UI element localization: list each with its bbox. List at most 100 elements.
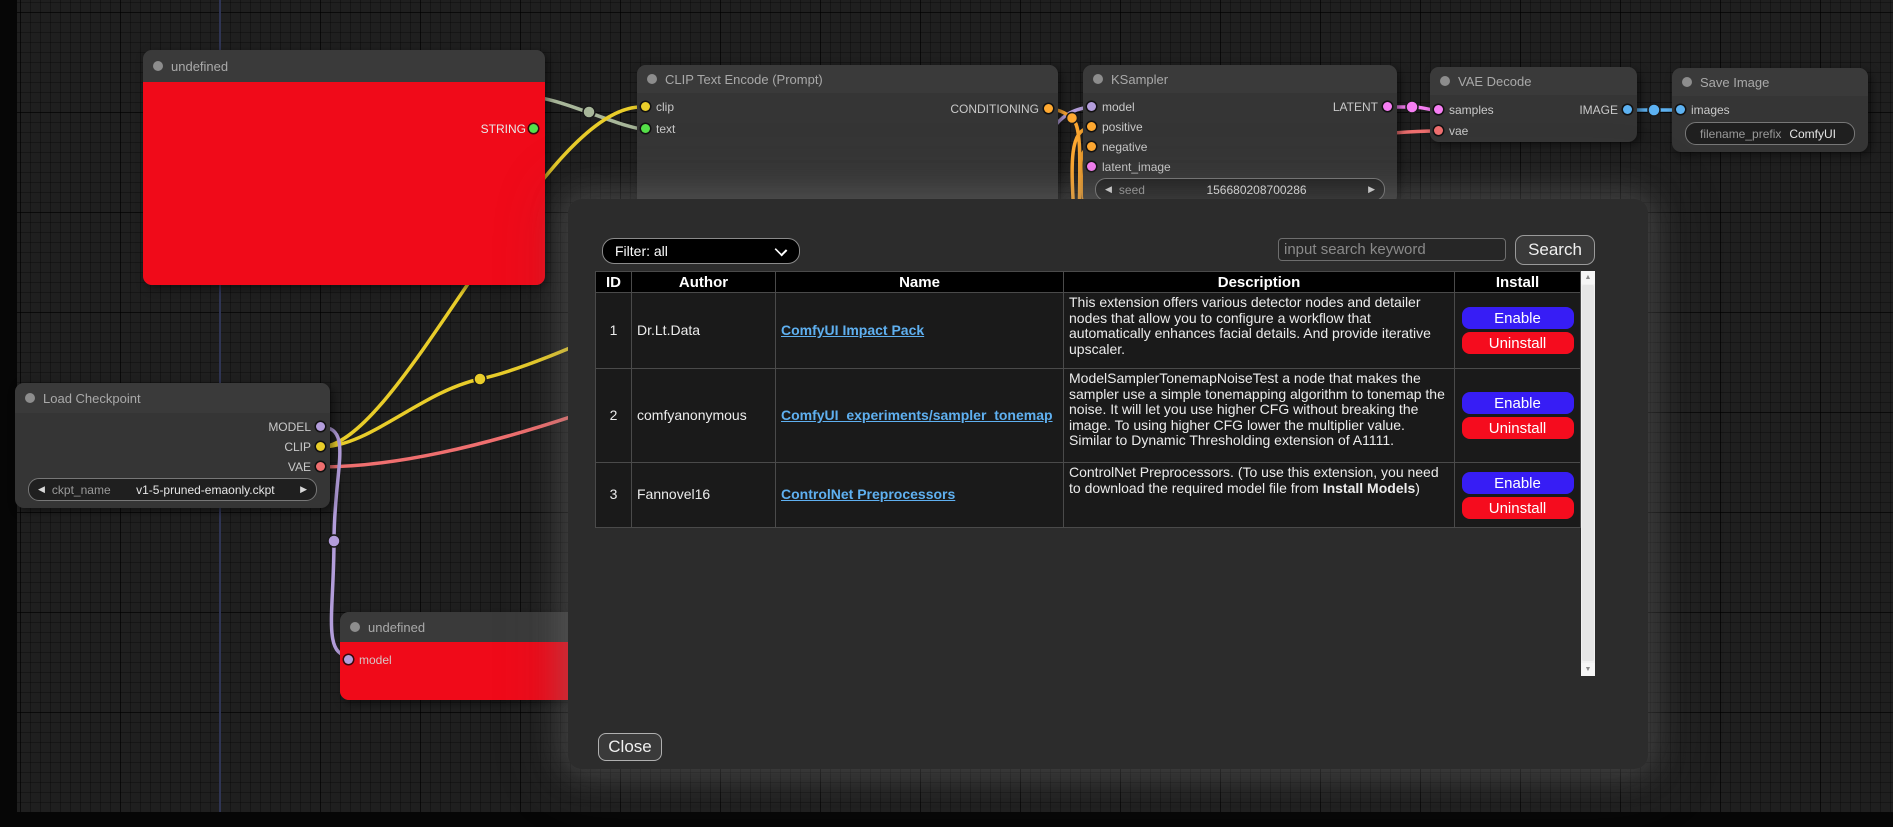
node-title: CLIP Text Encode (Prompt) — [665, 72, 823, 87]
node-save-image[interactable]: Save Image images filename_prefix ComfyU… — [1672, 68, 1868, 152]
extensions-table-body: 1Dr.Lt.Data ComfyUI Impact Pack This exten… — [596, 293, 1581, 528]
enable-button[interactable]: Enable — [1462, 392, 1574, 414]
node-title-bar[interactable]: KSampler — [1083, 65, 1397, 93]
node-title-bar[interactable]: Save Image — [1672, 68, 1868, 96]
cell-author: Dr.Lt.Data — [632, 293, 776, 369]
node-title-bar[interactable]: undefined — [143, 50, 545, 82]
input-port-negative[interactable] — [1087, 142, 1096, 151]
input-port-images[interactable] — [1676, 105, 1685, 114]
increment-arrow-icon[interactable]: ▶ — [1368, 184, 1375, 195]
output-label: LATENT — [1333, 100, 1378, 114]
node-title-bar[interactable]: Load Checkpoint — [15, 383, 330, 413]
input-label: positive — [1102, 120, 1143, 134]
node-title: undefined — [368, 620, 425, 635]
node-title: undefined — [171, 59, 228, 74]
ckpt-name-widget[interactable]: ◀ ckpt_name v1-5-pruned-emaonly.ckpt ▶ — [28, 478, 317, 501]
extension-link[interactable]: ControlNet Preprocessors — [781, 486, 955, 502]
cell-id: 3 — [596, 463, 632, 528]
uninstall-button[interactable]: Uninstall — [1462, 417, 1574, 439]
scrollbar-thumb[interactable] — [1582, 285, 1594, 661]
increment-arrow-icon[interactable]: ▶ — [300, 484, 307, 495]
cell-description: This extension offers various detector n… — [1064, 293, 1455, 369]
reroute-dot-model[interactable] — [328, 535, 340, 547]
output-port-latent[interactable] — [1383, 102, 1392, 111]
widget-value: 156680208700286 — [1206, 183, 1306, 197]
decrement-arrow-icon[interactable]: ◀ — [38, 484, 45, 495]
output-port-image[interactable] — [1623, 105, 1632, 114]
reroute-dot-string[interactable] — [583, 106, 595, 118]
output-port-vae[interactable] — [316, 462, 325, 471]
enable-button[interactable]: Enable — [1462, 472, 1574, 494]
table-header-row: ID Author Name Description Install — [596, 272, 1581, 293]
uninstall-button[interactable]: Uninstall — [1462, 497, 1574, 519]
reroute-dot-image[interactable] — [1648, 104, 1660, 116]
extension-link[interactable]: ComfyUI_experiments/sampler_tonemap — [781, 407, 1053, 423]
extensions-table: ID Author Name Description Install 1Dr.L… — [595, 271, 1581, 528]
input-port-vae[interactable] — [1434, 126, 1443, 135]
reroute-dot-conditioning[interactable] — [1067, 113, 1078, 124]
output-label: CONDITIONING — [950, 102, 1039, 116]
node-title-bar[interactable]: VAE Decode — [1430, 67, 1637, 95]
filter-select[interactable]: Filter: all — [602, 238, 800, 264]
close-button[interactable]: Close — [598, 733, 662, 761]
cell-id: 1 — [596, 293, 632, 369]
seed-widget[interactable]: ◀ seed 156680208700286 ▶ — [1095, 178, 1385, 201]
node-undefined-top[interactable]: undefined STRING — [143, 50, 545, 285]
header-install: Install — [1455, 272, 1581, 293]
widget-label: ckpt_name — [52, 483, 111, 497]
reroute-dot-clip[interactable] — [474, 373, 486, 385]
extension-link[interactable]: ComfyUI Impact Pack — [781, 322, 924, 338]
widget-value: v1-5-pruned-emaonly.ckpt — [136, 483, 275, 497]
node-body: samples vae IMAGE — [1430, 95, 1637, 142]
description-text: ModelSamplerTonemapNoiseTest a node that… — [1069, 370, 1445, 448]
node-body: model positive negative latent_image LAT… — [1083, 93, 1397, 205]
node-body: STRING — [143, 82, 545, 285]
node-status-icon — [153, 61, 163, 71]
node-body: images filename_prefix ComfyUI — [1672, 96, 1868, 152]
input-label: text — [656, 122, 675, 136]
uninstall-button[interactable]: Uninstall — [1462, 332, 1574, 354]
cell-name: ControlNet Preprocessors — [776, 463, 1064, 528]
cell-description: ModelSamplerTonemapNoiseTest a node that… — [1064, 369, 1455, 463]
widget-label: filename_prefix — [1700, 127, 1781, 141]
cell-author: comfyanonymous — [632, 369, 776, 463]
input-port-latent-image[interactable] — [1087, 162, 1096, 171]
output-port-clip[interactable] — [316, 442, 325, 451]
node-title-bar[interactable]: CLIP Text Encode (Prompt) — [637, 65, 1058, 93]
output-label: CLIP — [284, 440, 311, 454]
input-label: vae — [1449, 124, 1468, 138]
header-description: Description — [1064, 272, 1455, 293]
header-name: Name — [776, 272, 1064, 293]
output-port-string[interactable] — [529, 124, 538, 133]
reroute-dot-latent[interactable] — [1406, 101, 1418, 113]
node-status-icon — [350, 622, 360, 632]
scroll-up-icon[interactable]: ▲ — [1581, 271, 1595, 284]
output-port-conditioning[interactable] — [1044, 104, 1053, 113]
search-button[interactable]: Search — [1515, 235, 1595, 265]
node-ksampler[interactable]: KSampler model positive negative latent_… — [1083, 65, 1397, 205]
decrement-arrow-icon[interactable]: ◀ — [1105, 184, 1112, 195]
search-input[interactable] — [1278, 238, 1506, 261]
input-port-positive[interactable] — [1087, 122, 1096, 131]
output-port-model[interactable] — [316, 422, 325, 431]
description-text: ) — [1415, 480, 1420, 496]
node-title: KSampler — [1111, 72, 1168, 87]
custom-nodes-manager-dialog: Filter: all Search ID Author Name Descri… — [568, 199, 1648, 769]
input-port-text[interactable] — [641, 124, 650, 133]
filename-prefix-widget[interactable]: filename_prefix ComfyUI — [1685, 122, 1855, 145]
input-label: model — [359, 653, 392, 667]
node-vae-decode[interactable]: VAE Decode samples vae IMAGE — [1430, 67, 1637, 142]
output-label: IMAGE — [1579, 103, 1618, 117]
scroll-down-icon[interactable]: ▼ — [1581, 663, 1595, 676]
table-row: 3Fannovel16ControlNet PreprocessorsContr… — [596, 463, 1581, 528]
cell-install: Enable Uninstall — [1455, 369, 1581, 463]
input-port-model[interactable] — [344, 655, 353, 664]
node-title: VAE Decode — [1458, 74, 1531, 89]
node-clip-text-encode[interactable]: CLIP Text Encode (Prompt) clip text COND… — [637, 65, 1058, 215]
node-load-checkpoint[interactable]: Load Checkpoint MODEL CLIP VAE ◀ ckpt_na… — [15, 383, 330, 508]
cell-install: Enable Uninstall — [1455, 293, 1581, 369]
node-status-icon — [25, 393, 35, 403]
enable-button[interactable]: Enable — [1462, 307, 1574, 329]
node-status-icon — [1093, 74, 1103, 84]
table-scrollbar[interactable]: ▲ ▼ — [1581, 271, 1595, 676]
